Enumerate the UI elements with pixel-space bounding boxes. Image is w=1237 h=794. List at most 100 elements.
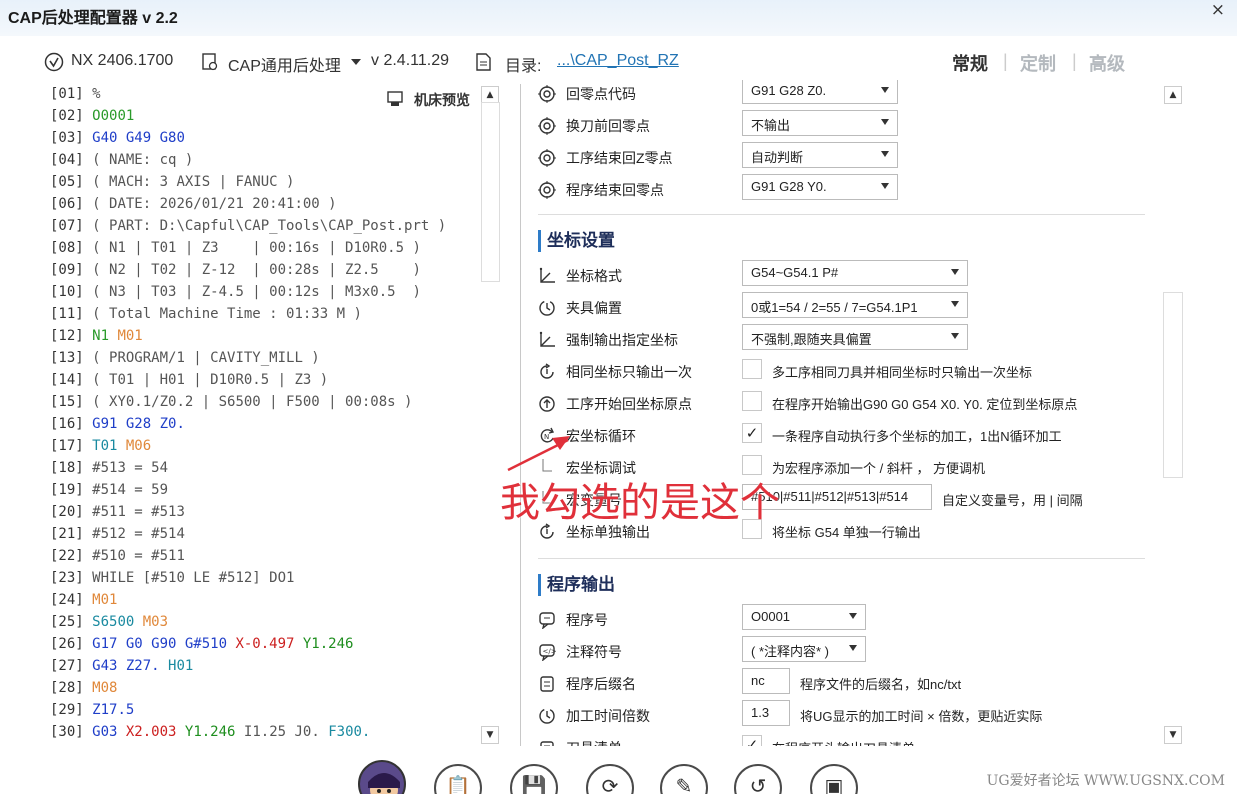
section-header-program: 程序输出 xyxy=(538,574,615,596)
clipboard-button[interactable]: 📋 xyxy=(434,764,482,794)
line-number: [09] xyxy=(50,262,84,278)
code-line: [05] ( MACH: 3 AXIS | FANUC ) xyxy=(50,174,294,196)
settings-panel: 回零点代码 G91 G28 Z0. 换刀前回零点 不输出 工序结束回Z零点 自动判断 程序结… xyxy=(528,80,1148,746)
code-scroll-down[interactable]: ▼ xyxy=(481,726,499,744)
setting-select[interactable]: 0或1=54 / 2=55 / 7=G54.1P1 xyxy=(742,292,968,318)
setting-checkbox[interactable]: ✓ xyxy=(742,735,762,746)
code-token: ( N3 | T03 | Z-4.5 | 00:12s | M3x0.5 ) xyxy=(92,284,421,300)
chevron-down-icon[interactable] xyxy=(881,119,889,125)
refresh-icon: ⟳ xyxy=(601,774,619,794)
code-scrollbar[interactable] xyxy=(481,102,500,282)
line-number: [24] xyxy=(50,592,84,608)
target-icon xyxy=(538,149,556,167)
chevron-down-icon[interactable] xyxy=(350,56,362,68)
setting-select[interactable]: ( *注释内容* ) xyxy=(742,636,866,662)
code-token: S6500 xyxy=(92,614,135,630)
settings-scroll-up[interactable]: ▲ xyxy=(1164,86,1182,104)
code-token: M06 xyxy=(117,438,152,454)
line-number: [26] xyxy=(50,636,84,652)
line-number: [27] xyxy=(50,658,84,674)
chevron-down-icon[interactable] xyxy=(951,269,959,275)
setting-description: 一条程序自动执行多个坐标的加工，1出N循环加工 xyxy=(772,429,1062,444)
code-token: ( PART: D:\Capful\CAP_Tools\CAP_Post.prt… xyxy=(92,218,447,234)
machine-preview-button[interactable]: 机床预览 xyxy=(387,90,470,110)
comment-icon xyxy=(539,612,555,629)
code-line: [18] #513 = 54 xyxy=(50,460,168,482)
code-token: G43 Z27. xyxy=(92,658,160,674)
select-value: O0001 xyxy=(751,609,791,624)
code-token: Z17.5 xyxy=(92,702,135,718)
dir-link[interactable]: ...\CAP_Post_RZ xyxy=(557,52,679,70)
close-icon[interactable]: × xyxy=(1211,0,1225,20)
chevron-down-icon[interactable] xyxy=(849,645,857,651)
code-comment-icon: </> xyxy=(539,644,556,661)
file-edit-button[interactable]: ✎ xyxy=(660,764,708,794)
code-line: [23] WHILE [#510 LE #512] DO1 xyxy=(50,570,294,592)
code-preview[interactable]: [01] % [02] O0001 [03] G40 G49 G80 [04] ( N… xyxy=(44,84,504,748)
code-line: [28] M08 xyxy=(50,680,117,702)
setting-row-top-2: 工序结束回Z零点 自动判断 xyxy=(528,142,1148,172)
panel-divider xyxy=(520,84,521,746)
chevron-down-icon[interactable] xyxy=(881,151,889,157)
line-number: [11] xyxy=(50,306,84,322)
code-token: ( N1 | T01 | Z3 | 00:16s | D10R0.5 ) xyxy=(92,240,421,256)
clock-icon xyxy=(539,708,555,724)
post-name[interactable]: CAP通用后处理 xyxy=(228,52,341,76)
setting-row-prog-0: 程序号 O0001 xyxy=(528,604,1148,634)
setting-select[interactable]: 不输出 xyxy=(742,110,898,136)
setting-label: 换刀前回零点 xyxy=(566,118,650,134)
chevron-down-icon[interactable] xyxy=(951,301,959,307)
setting-select[interactable]: G91 G28 Y0. xyxy=(742,174,898,200)
setting-select[interactable]: G54~G54.1 P# xyxy=(742,260,968,286)
chevron-down-icon[interactable] xyxy=(951,333,959,339)
machine-preview-label: 机床预览 xyxy=(414,92,470,108)
code-line: [08] ( N1 | T01 | Z3 | 00:16s | D10R0.5 … xyxy=(50,240,421,262)
refresh-button[interactable]: ⟳ xyxy=(586,764,634,794)
undo-button[interactable]: ↺ xyxy=(734,764,782,794)
chevron-down-icon[interactable] xyxy=(881,87,889,93)
tab-general[interactable]: 常规 xyxy=(952,50,988,76)
chevron-down-icon[interactable] xyxy=(849,613,857,619)
line-number: [30] xyxy=(50,724,84,740)
setting-text-input[interactable]: nc xyxy=(742,668,790,694)
setting-checkbox[interactable] xyxy=(742,391,762,411)
setting-text-input[interactable]: 1.3 xyxy=(742,700,790,726)
setting-select[interactable]: 自动判断 xyxy=(742,142,898,168)
setting-label: 工序结束回Z零点 xyxy=(566,150,673,166)
setting-checkbox[interactable] xyxy=(742,359,762,379)
select-value: 自动判断 xyxy=(751,150,804,165)
code-token: ( N2 | T02 | Z-12 | 00:28s | Z2.5 ) xyxy=(92,262,421,278)
disk-button[interactable]: ▣ xyxy=(810,764,858,794)
code-line: [14] ( T01 | H01 | D10R0.5 | Z3 ) xyxy=(50,372,328,394)
code-token: I1.25 J0. xyxy=(235,724,320,740)
code-line: [29] Z17.5 xyxy=(50,702,134,724)
setting-select[interactable]: 不强制,跟随夹具偏置 xyxy=(742,324,968,350)
settings-scroll-down[interactable]: ▼ xyxy=(1164,726,1182,744)
settings-scrollbar[interactable] xyxy=(1163,292,1183,478)
code-line: [03] G40 G49 G80 xyxy=(50,130,185,152)
code-line: [10] ( N3 | T03 | Z-4.5 | 00:12s | M3x0.… xyxy=(50,284,421,306)
setting-label: 程序号 xyxy=(566,612,608,628)
line-number: [17] xyxy=(50,438,84,454)
setting-checkbox[interactable]: ✓ xyxy=(742,423,762,443)
tab-custom[interactable]: 定制 xyxy=(1020,50,1056,76)
select-value: 0或1=54 / 2=55 / 7=G54.1P1 xyxy=(751,300,918,315)
line-number: [12] xyxy=(50,328,84,344)
save-icon: 💾 xyxy=(521,774,547,794)
title-bar: CAP后处理配置器 v 2.2 × xyxy=(0,0,1237,36)
setting-select[interactable]: O0001 xyxy=(742,604,866,630)
list-icon xyxy=(540,741,554,746)
code-token: ( PROGRAM/1 | CAVITY_MILL ) xyxy=(92,350,320,366)
line-number: [21] xyxy=(50,526,84,542)
target-icon xyxy=(538,117,556,135)
chevron-down-icon[interactable] xyxy=(881,183,889,189)
nx-version: NX 2406.1700 xyxy=(71,52,174,69)
line-number: [08] xyxy=(50,240,84,256)
line-number: [18] xyxy=(50,460,84,476)
code-line: [17] T01 M06 xyxy=(50,438,151,460)
setting-select[interactable]: G91 G28 Z0. xyxy=(742,80,898,104)
tab-advanced[interactable]: 高级 xyxy=(1089,50,1125,76)
clock-icon xyxy=(539,300,555,316)
save-button[interactable]: 💾 xyxy=(510,764,558,794)
dir-label: 目录: xyxy=(505,58,542,75)
